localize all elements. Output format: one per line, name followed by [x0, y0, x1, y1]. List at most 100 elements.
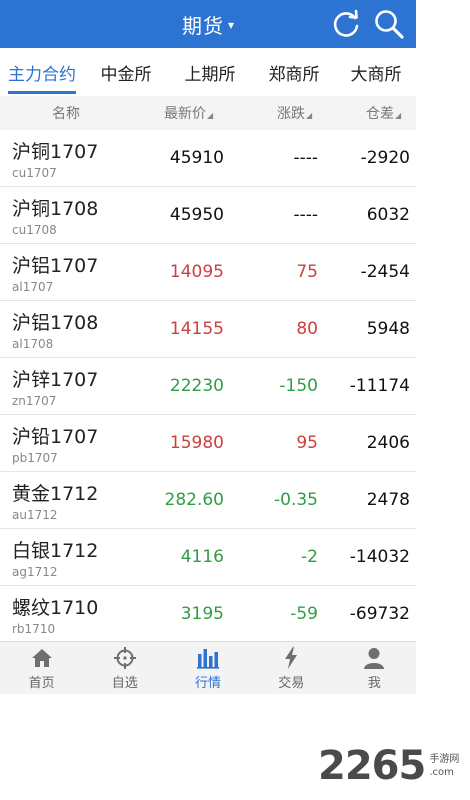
table-row[interactable]: 黄金1712 au1712 282.60 -0.35 2478 [0, 472, 416, 529]
contract-code: cu1707 [12, 166, 57, 180]
latest-price: 45950 [169, 205, 224, 225]
contract-code: ag1712 [12, 565, 58, 579]
latest-price: 15980 [169, 433, 224, 453]
tab-dce[interactable]: 大商所 [336, 48, 416, 96]
latest-price: 282.60 [164, 490, 224, 510]
table-row[interactable]: 沪铝1707 al1707 14095 75 -2454 [0, 244, 416, 301]
nav-watchlist-label: 自选 [111, 676, 138, 691]
open-interest-change: 5948 [366, 319, 410, 339]
col-price-label: 最新价 [164, 106, 206, 122]
table-row[interactable]: 沪锌1707 zn1707 22230 -150 -11174 [0, 358, 416, 415]
contract-code: rb1710 [12, 622, 56, 636]
lightning-icon [285, 647, 298, 669]
contract-name: 沪铝1707 [12, 255, 99, 277]
price-change: ---- [293, 148, 318, 168]
contract-code: cu1708 [12, 223, 57, 237]
price-change: 95 [296, 433, 318, 453]
open-interest-change: -2920 [360, 148, 410, 168]
col-oi-label: 仓差 [366, 106, 394, 122]
nav-me-label: 我 [367, 676, 381, 691]
contract-name: 沪铝1708 [12, 312, 99, 334]
caret-down-icon: ▾ [227, 18, 235, 32]
nav-watchlist[interactable]: 自选 [83, 642, 166, 694]
col-name: 名称 [52, 96, 80, 130]
tab-shfe[interactable]: 上期所 [168, 48, 252, 96]
open-interest-change: -14032 [349, 547, 410, 567]
open-interest-change: 6032 [366, 205, 410, 225]
bottom-nav: 首页 自选 行情 交易 我 [0, 641, 416, 694]
open-interest-change: 2406 [366, 433, 410, 453]
price-change: -2 [301, 547, 318, 567]
price-change: ---- [293, 205, 318, 225]
nav-market[interactable]: 行情 [166, 642, 249, 694]
price-change: -150 [279, 376, 318, 396]
home-icon [31, 649, 52, 667]
latest-price: 14155 [169, 319, 224, 339]
contract-name: 沪铜1708 [12, 198, 99, 220]
sort-icon: ◢ [207, 110, 214, 120]
contract-code: al1708 [12, 337, 54, 351]
exchange-tabs: 主力合约 中金所 上期所 郑商所 大商所 [0, 48, 416, 97]
price-change: -0.35 [274, 490, 318, 510]
crosshair-icon [113, 647, 136, 669]
column-header: 名称 最新价 ◢ 涨跌 ◢ 仓差 ◢ [0, 96, 416, 131]
latest-price: 4116 [180, 547, 224, 567]
bar-chart-icon [197, 649, 219, 669]
contract-name: 沪铜1707 [12, 141, 99, 163]
watermark-number: 2265 [318, 743, 426, 789]
nav-me[interactable]: 我 [333, 642, 416, 694]
user-icon [364, 648, 385, 669]
contract-code: al1707 [12, 280, 54, 294]
tab-czce[interactable]: 郑商所 [252, 48, 336, 96]
open-interest-change: -69732 [349, 604, 410, 624]
search-icon[interactable] [373, 8, 405, 40]
col-price-sort[interactable]: 最新价 ◢ [164, 96, 213, 130]
sort-icon: ◢ [395, 110, 402, 120]
tab-main-contracts[interactable]: 主力合约 [0, 48, 84, 96]
page-title: 期货 [181, 13, 224, 38]
watermark-line2: .com [429, 767, 454, 778]
tab-cffex[interactable]: 中金所 [84, 48, 168, 96]
table-row[interactable]: 沪铝1708 al1708 14155 80 5948 [0, 301, 416, 358]
quote-list: 沪铜1707 cu1707 45910 ---- -2920 沪铜1708 cu… [0, 130, 416, 643]
price-change: 80 [296, 319, 318, 339]
nav-trade[interactable]: 交易 [250, 642, 333, 694]
col-change-sort[interactable]: 涨跌 ◢ [277, 96, 312, 130]
latest-price: 3195 [180, 604, 224, 624]
contract-name: 白银1712 [12, 540, 99, 562]
table-row[interactable]: 白银1712 ag1712 4116 -2 -14032 [0, 529, 416, 586]
open-interest-change: 2478 [366, 490, 410, 510]
contract-name: 沪铅1707 [12, 426, 99, 448]
contract-code: au1712 [12, 508, 58, 522]
latest-price: 45910 [169, 148, 224, 168]
table-row[interactable]: 沪铜1708 cu1708 45950 ---- 6032 [0, 187, 416, 244]
nav-home-label: 首页 [28, 676, 55, 691]
contract-name: 沪锌1707 [12, 369, 99, 391]
table-row[interactable]: 沪铜1707 cu1707 45910 ---- -2920 [0, 130, 416, 187]
latest-price: 14095 [169, 262, 224, 282]
price-change: 75 [296, 262, 318, 282]
contract-code: zn1707 [12, 394, 57, 408]
contract-code: pb1707 [12, 451, 58, 465]
nav-home[interactable]: 首页 [0, 642, 83, 694]
sort-icon: ◢ [306, 110, 313, 120]
contract-name: 黄金1712 [12, 483, 99, 505]
app-screen: 期货 ▾ 主力合约 中金所 上期所 郑商所 大商所 名称 最新价 ◢ 涨跌 ◢ … [0, 0, 416, 694]
open-interest-change: -2454 [360, 262, 410, 282]
nav-trade-label: 交易 [278, 676, 305, 691]
table-row[interactable]: 螺纹1710 rb1710 3195 -59 -69732 [0, 586, 416, 643]
col-name-label: 名称 [52, 106, 80, 122]
top-bar: 期货 ▾ [0, 0, 416, 48]
price-change: -59 [290, 604, 318, 624]
refresh-icon[interactable] [330, 8, 362, 40]
watermark-text: 手游网 .com [429, 753, 459, 779]
contract-name: 螺纹1710 [12, 597, 99, 619]
col-oi-sort[interactable]: 仓差 ◢ [366, 96, 401, 130]
watermark-line1: 手游网 [429, 754, 460, 765]
col-change-label: 涨跌 [277, 106, 305, 122]
site-watermark: 2265 手游网 .com [318, 743, 459, 789]
open-interest-change: -11174 [349, 376, 410, 396]
table-row[interactable]: 沪铅1707 pb1707 15980 95 2406 [0, 415, 416, 472]
latest-price: 22230 [169, 376, 224, 396]
nav-market-label: 行情 [195, 676, 222, 691]
